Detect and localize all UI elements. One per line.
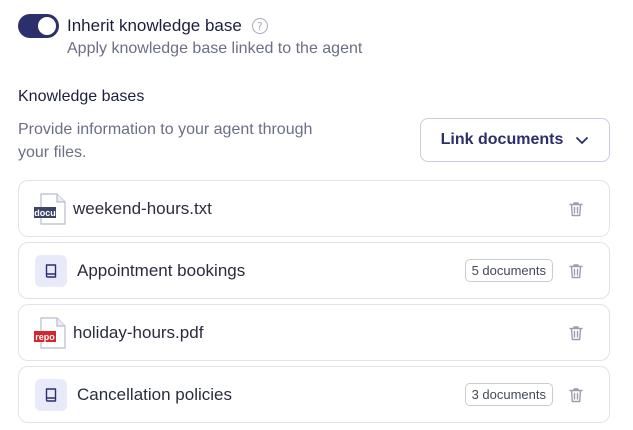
book-icon-wrap [35,254,67,287]
list-item-weekend-hours[interactable]: docu weekend-hours.txt [18,180,610,237]
chevron-down-icon [576,137,589,144]
question-circle-icon[interactable]: ? [251,18,268,34]
document-count-badge: 3 documents [464,383,553,406]
document-count-badge: 5 documents [464,259,553,282]
trash-icon[interactable] [567,200,585,218]
knowledge-bases-heading: Knowledge bases [18,88,145,105]
toggle-title-row: Inherit knowledge base ? [67,14,362,38]
item-name: Appointment bookings [77,260,246,280]
item-name: weekend-hours.txt [73,198,212,218]
toggle-knob [38,17,56,35]
list-item-appointment-bookings[interactable]: Appointment bookings 5 documents [18,242,610,299]
link-documents-label: Link documents [440,131,564,148]
book-icon [45,387,57,402]
item-name: Cancellation policies [77,384,232,404]
inherit-toggle-row: Inherit knowledge base ? Apply knowledge… [18,14,362,58]
doc-file-icon: docu [34,192,66,225]
inherit-knowledge-toggle[interactable] [18,14,59,38]
toggle-subtitle: Apply knowledge base linked to the agent [67,40,363,57]
list-item-holiday-hours[interactable]: repo holiday-hours.pdf [18,304,610,361]
file-tag: repo [35,332,55,342]
toggle-text: Inherit knowledge base ? Apply knowledge… [67,14,362,58]
knowledge-bases-description: Provide information to your agent throug… [18,121,313,161]
trash-icon[interactable] [567,324,585,342]
pdf-file-icon: repo [34,316,66,349]
list-item-cancellation-policies[interactable]: Cancellation policies 3 documents [18,366,610,423]
book-icon-wrap [35,378,67,411]
link-documents-button[interactable]: Link documents [420,118,610,162]
toggle-title: Inherit knowledge base [67,16,242,35]
file-tag: docu [34,208,56,218]
book-icon [45,263,57,278]
item-name: holiday-hours.pdf [73,322,204,342]
trash-icon[interactable] [567,262,585,280]
trash-icon[interactable] [567,386,585,404]
